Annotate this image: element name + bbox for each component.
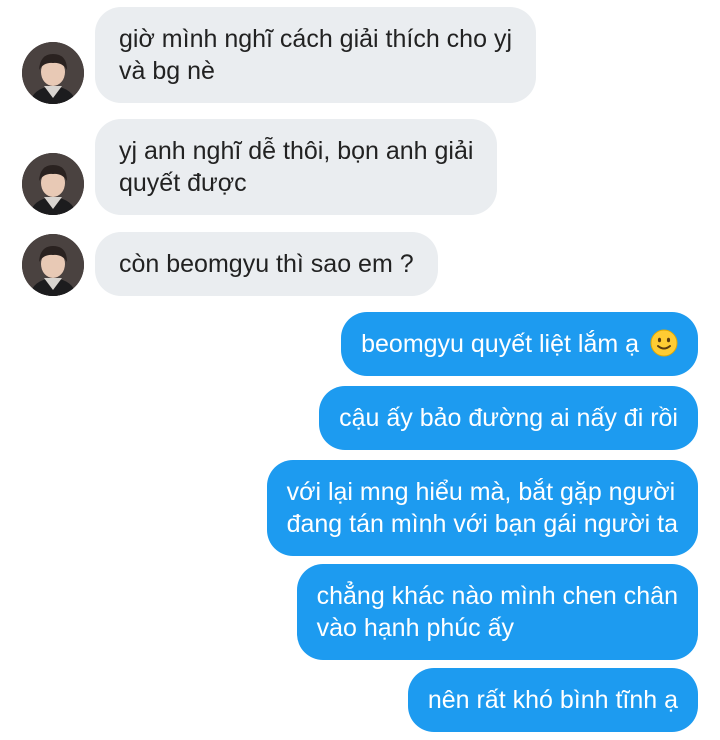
- incoming-bubble[interactable]: còn beomgyu thì sao em ?: [95, 232, 438, 296]
- message-line: giờ mình nghĩ cách giải thích cho yj: [119, 25, 512, 53]
- outgoing-bubble[interactable]: cậu ấy bảo đường ai nấy đi rồi: [319, 386, 698, 450]
- message-line: beomgyu quyết liệt lắm ạ: [361, 330, 640, 358]
- message-line: chẳng khác nào mình chen chân: [316, 582, 678, 610]
- outgoing-bubble[interactable]: với lại mng hiểu mà, bắt gặp người đang …: [266, 460, 698, 556]
- contact-avatar[interactable]: [22, 234, 84, 296]
- avatar-photo-icon: [22, 42, 84, 104]
- incoming-bubble[interactable]: yj anh nghĩ dễ thôi, bọn anh giải quyết …: [95, 119, 498, 215]
- avatar-photo-icon: [22, 153, 84, 215]
- message-line: cậu ấy bảo đường ai nấy đi rồi: [339, 404, 678, 432]
- message-line: yj anh nghĩ dễ thôi, bọn anh giải: [119, 137, 474, 165]
- message-line: còn beomgyu thì sao em ?: [119, 250, 414, 278]
- message-line: và bg nè: [119, 57, 215, 85]
- message-line: đang tán mình với bạn gái người ta: [286, 510, 678, 538]
- outgoing-bubble[interactable]: chẳng khác nào mình chen chân vào hạnh p…: [296, 564, 698, 660]
- incoming-bubble[interactable]: giờ mình nghĩ cách giải thích cho yj và …: [95, 7, 536, 103]
- outgoing-bubble[interactable]: nên rất khó bình tĩnh ạ: [407, 668, 698, 732]
- outgoing-bubble[interactable]: beomgyu quyết liệt lắm ạ: [341, 312, 698, 376]
- message-line: quyết được: [119, 169, 247, 197]
- chat-screen: { "conversation": { "incoming": [ {"line…: [0, 0, 720, 740]
- avatar-photo-icon: [22, 234, 84, 296]
- contact-avatar[interactable]: [22, 42, 84, 104]
- message-line: với lại mng hiểu mà, bắt gặp người: [286, 478, 676, 506]
- message-line: nên rất khó bình tĩnh ạ: [427, 686, 678, 714]
- slightly-smiling-face-icon: [650, 329, 678, 357]
- contact-avatar[interactable]: [22, 153, 84, 215]
- message-line: vào hạnh phúc ấy: [316, 614, 515, 642]
